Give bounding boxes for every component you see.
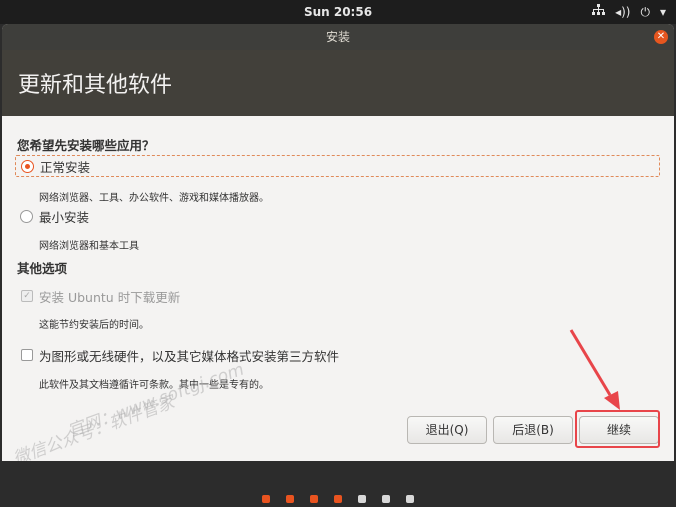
normal-install-label: 正常安装 [40,159,91,175]
normal-install-option[interactable]: 正常安装 [15,155,660,177]
minimal-install-option[interactable]: 最小安装 [15,206,658,226]
minimal-install-label: 最小安装 [39,209,90,225]
page-header: 更新和其他软件 [2,50,674,116]
third-party-option[interactable]: 为图形或无线硬件，以及其它媒体格式安装第三方软件 [15,345,658,365]
third-party-label: 为图形或无线硬件，以及其它媒体格式安装第三方软件 [39,348,340,364]
chevron-down-icon[interactable]: ▾ [660,4,666,20]
progress-dot [334,495,342,503]
window-titlebar: 安装 ✕ [2,24,674,50]
system-tray[interactable]: ◂)) ⏻ ▾ [592,4,666,20]
main-content: 您希望先安装哪些应用？ 正常安装 网络浏览器、工具、办公软件、游戏和媒体播放器。… [2,116,674,461]
page-title: 更新和其他软件 [18,73,173,98]
minimal-install-desc: 网络浏览器和基本工具 [39,241,139,252]
watermark-line-1: 微信公众号：软件管家 [10,392,178,461]
download-updates-checkbox: ✓ [21,290,33,302]
back-button[interactable]: 后退(B) [493,416,573,444]
download-updates-desc: 这能节约安装后的时间。 [39,320,149,331]
progress-dot [406,495,414,503]
download-updates-label: 安装 Ubuntu 时下载更新 [39,289,181,305]
progress-dot [262,495,270,503]
question-heading: 您希望先安装哪些应用？ [17,138,155,153]
radio-minimal-install[interactable] [20,209,33,223]
progress-dot [286,495,294,503]
progress-dots [0,495,676,503]
third-party-desc: 此软件及其文档遵循许可条款。其中一些是专有的。 [39,380,269,391]
close-icon: ✕ [656,31,666,42]
clock[interactable]: Sun 20:56 [0,0,676,24]
download-updates-option: ✓ 安装 Ubuntu 时下载更新 [15,286,658,306]
normal-install-desc: 网络浏览器、工具、办公软件、游戏和媒体播放器。 [39,193,269,204]
watermark-line-2: 官网：www.softgj.com [65,359,247,443]
progress-dot [358,495,366,503]
radio-normal-install[interactable] [21,159,34,173]
progress-dot [310,495,318,503]
top-bar: Sun 20:56 ◂)) ⏻ ▾ [0,0,676,24]
progress-dot [382,495,390,503]
power-icon[interactable]: ⏻ [640,4,650,20]
window-title: 安装 [325,30,350,44]
third-party-checkbox[interactable] [21,349,33,361]
other-options-heading: 其他选项 [17,261,68,276]
network-icon[interactable] [592,4,606,20]
quit-button[interactable]: 退出(Q) [407,416,487,444]
close-button[interactable]: ✕ [654,30,668,44]
highlight-box [575,410,660,448]
installer-window: 安装 ✕ 更新和其他软件 您希望先安装哪些应用？ 正常安装 网络浏览器、工具、办… [2,24,674,461]
volume-icon[interactable]: ◂)) [615,4,630,20]
